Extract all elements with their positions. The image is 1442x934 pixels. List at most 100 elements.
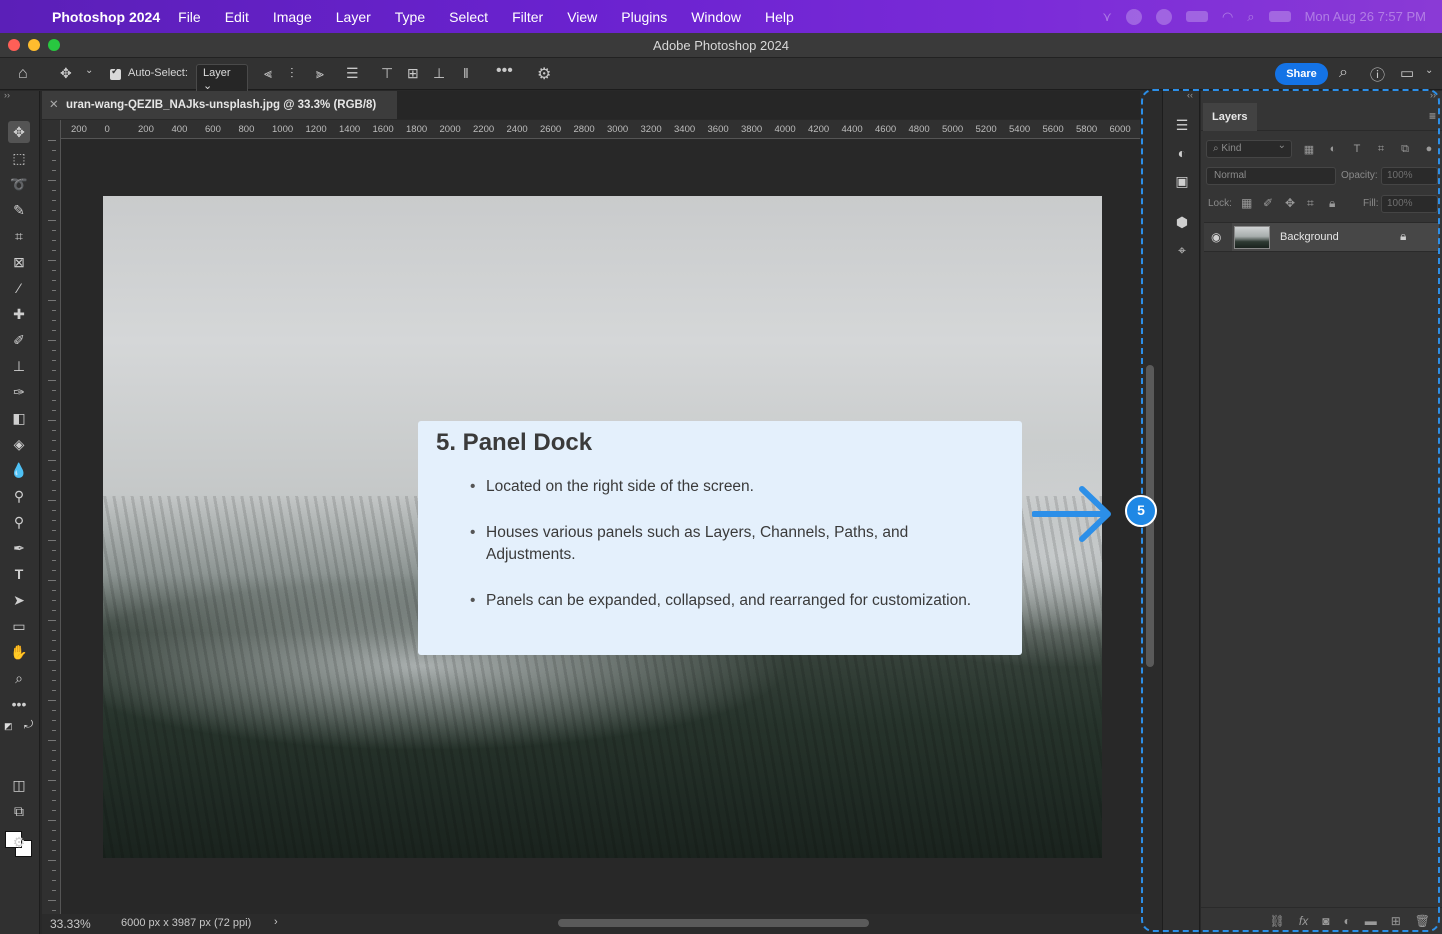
healing-brush-tool-icon[interactable]: ✚: [8, 303, 30, 325]
paint-bucket-tool-icon[interactable]: ◈: [8, 433, 30, 455]
smart-object-filter-icon[interactable]: ⧉: [1398, 143, 1412, 156]
menu-clock[interactable]: Mon Aug 26 7:57 PM: [1305, 9, 1426, 24]
zoom-window-button[interactable]: [48, 39, 60, 51]
tab-layers[interactable]: Layers: [1203, 103, 1257, 131]
new-adjustment-layer-icon[interactable]: ◐: [1343, 914, 1350, 928]
chevron-right-icon[interactable]: ›: [274, 916, 278, 928]
auto-select-checkbox[interactable]: [110, 66, 121, 80]
move-tool-icon[interactable]: ✥: [60, 65, 72, 82]
history-brush-tool-icon[interactable]: ✑: [8, 381, 30, 403]
status-circle-icon[interactable]: [1155, 8, 1172, 25]
hand-tool-icon[interactable]: ✋: [8, 641, 30, 663]
adjustments-icon[interactable]: ◐: [1172, 143, 1192, 163]
fill-field[interactable]: 100%: [1381, 195, 1438, 213]
default-colors-icon[interactable]: ◩: [4, 721, 13, 732]
menu-image[interactable]: Image: [273, 9, 312, 25]
lock-transparency-icon[interactable]: ▦: [1241, 196, 1252, 210]
properties-icon[interactable]: ☰: [1172, 115, 1192, 135]
layer-style-icon[interactable]: fx: [1299, 914, 1308, 928]
panel-menu-icon[interactable]: ≡: [1429, 109, 1436, 123]
trash-icon[interactable]: 🗑︎: [1415, 914, 1430, 928]
menu-select[interactable]: Select: [449, 9, 488, 25]
libraries-icon[interactable]: ▣: [1172, 171, 1192, 191]
add-mask-icon[interactable]: ◙: [1322, 914, 1329, 928]
crop-tool-icon[interactable]: ⌗: [8, 225, 30, 247]
align-top-icon[interactable]: ⊤: [381, 65, 393, 82]
chevron-down-icon[interactable]: ⌄: [85, 65, 93, 76]
menu-help[interactable]: Help: [765, 9, 794, 25]
stamp-tool-icon[interactable]: ⊥: [8, 355, 30, 377]
paths-icon[interactable]: ⌖: [1172, 240, 1192, 260]
spotlight-icon[interactable]: ⌕: [1247, 9, 1254, 25]
status-item-icon[interactable]: ⋎: [1102, 9, 1112, 25]
blend-mode-select[interactable]: Normal: [1206, 167, 1336, 185]
swap-colors-icon[interactable]: ⤾: [24, 719, 33, 732]
menu-view[interactable]: View: [567, 9, 597, 25]
distribute-vertical-icon[interactable]: ‖: [463, 65, 469, 81]
close-tab-icon[interactable]: ✕: [49, 91, 59, 119]
more-options-icon[interactable]: •••: [496, 62, 513, 80]
align-right-icon[interactable]: ⫸: [316, 65, 324, 82]
align-left-icon[interactable]: ⫷: [264, 65, 272, 82]
frame-tool-icon[interactable]: ⊠: [8, 251, 30, 273]
lock-artboard-icon[interactable]: ⌗: [1307, 196, 1314, 211]
menu-file[interactable]: File: [178, 9, 201, 25]
filter-toggle-icon[interactable]: ●: [1422, 143, 1436, 155]
menu-edit[interactable]: Edit: [225, 9, 249, 25]
align-bottom-icon[interactable]: ⊥: [433, 65, 445, 82]
visibility-eye-icon[interactable]: ◉: [1211, 230, 1221, 244]
move-tool-icon[interactable]: ✥: [8, 121, 30, 143]
collapse-icon[interactable]: ››: [1430, 90, 1436, 100]
opacity-field[interactable]: 100%: [1381, 167, 1438, 185]
vertical-ruler[interactable]: [42, 120, 61, 931]
help-icon[interactable]: ⓘ: [1370, 64, 1385, 85]
new-layer-icon[interactable]: ⊞: [1391, 914, 1401, 928]
screen-mode-icon[interactable]: ⧉: [8, 800, 30, 822]
brush-tool-icon[interactable]: ✐: [8, 329, 30, 351]
collapse-icon[interactable]: ‹‹: [1187, 90, 1193, 100]
control-center-icon[interactable]: [1268, 11, 1291, 22]
gear-icon[interactable]: ⚙: [537, 64, 551, 84]
link-layers-icon[interactable]: ⛓: [1270, 914, 1285, 928]
lock-position-icon[interactable]: ✥: [1285, 196, 1295, 210]
more-tools-icon[interactable]: •••: [8, 693, 30, 715]
rectangle-tool-icon[interactable]: ▭: [8, 615, 30, 637]
zoom-tool-icon[interactable]: ⌕: [8, 667, 30, 689]
horizontal-ruler[interactable]: 200 0 200 400 600 800 1000 1200 1400 1600 1800 2000…: [61, 120, 1140, 139]
wifi-icon[interactable]: ◠: [1222, 9, 1233, 25]
home-icon[interactable]: ⌂: [18, 65, 28, 83]
type-tool-icon[interactable]: T: [8, 563, 30, 585]
sponge-tool-icon[interactable]: ⚲: [8, 511, 30, 533]
status-circle-icon[interactable]: [1125, 8, 1142, 25]
share-button[interactable]: Share: [1275, 63, 1328, 85]
layer-row-background[interactable]: ◉ Background 🔒︎: [1204, 222, 1439, 252]
menu-plugins[interactable]: Plugins: [621, 9, 667, 25]
align-center-icon[interactable]: ⫶: [290, 65, 294, 82]
eraser-tool-icon[interactable]: ◧: [8, 407, 30, 429]
minimize-window-button[interactable]: [28, 39, 40, 51]
layer-name[interactable]: Background: [1280, 231, 1339, 243]
adjustment-filter-icon[interactable]: ◐: [1326, 143, 1340, 155]
marquee-tool-icon[interactable]: ⬚: [8, 147, 30, 169]
lock-all-icon[interactable]: 🔒︎: [1329, 196, 1335, 211]
menu-filter[interactable]: Filter: [512, 9, 543, 25]
battery-icon[interactable]: [1185, 11, 1208, 22]
blur-tool-icon[interactable]: 💧: [8, 459, 30, 481]
type-filter-icon[interactable]: T: [1350, 143, 1364, 155]
pixel-filter-icon[interactable]: ▦: [1302, 143, 1316, 156]
path-selection-tool-icon[interactable]: ➤: [8, 589, 30, 611]
menu-window[interactable]: Window: [691, 9, 741, 25]
menu-layer[interactable]: Layer: [336, 9, 371, 25]
layer-lock-icon[interactable]: 🔒︎: [1400, 229, 1406, 244]
workspace-icon[interactable]: ▭: [1400, 64, 1414, 82]
collapse-icon[interactable]: ››: [4, 90, 10, 100]
document-tab[interactable]: ✕ uran-wang-QEZIB_NAJks-unsplash.jpg @ 3…: [42, 91, 397, 119]
menu-type[interactable]: Type: [395, 9, 425, 25]
distribute-icon[interactable]: ☰: [346, 65, 359, 82]
pen-tool-icon[interactable]: ✒: [8, 537, 30, 559]
eyedropper-tool-icon[interactable]: ⁄: [8, 277, 30, 299]
shape-filter-icon[interactable]: ⌗: [1374, 143, 1388, 156]
dodge-tool-icon[interactable]: ⚲: [8, 485, 30, 507]
quick-mask-icon[interactable]: ◫: [8, 774, 30, 796]
lock-pixels-icon[interactable]: ✐: [1263, 196, 1273, 210]
